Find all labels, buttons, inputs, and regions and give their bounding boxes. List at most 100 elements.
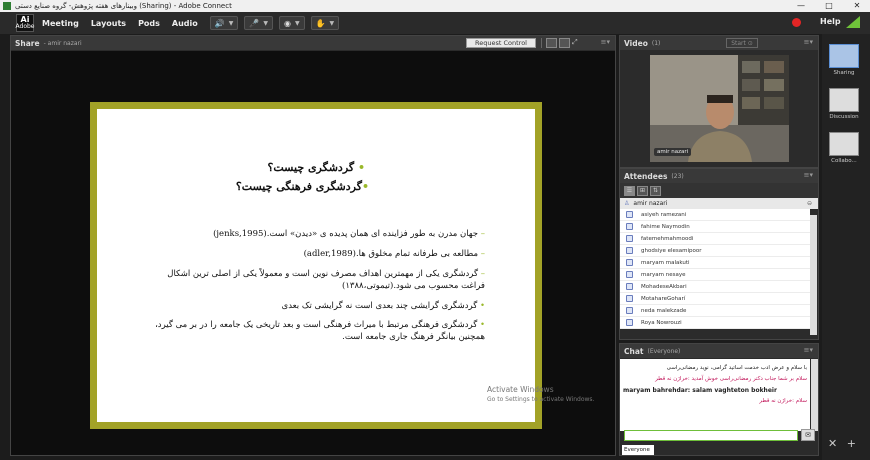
pod-menu-icon[interactable]: ≡▾ — [804, 171, 813, 179]
attendee-name: maryam malakuti — [641, 259, 690, 266]
layout-sharing[interactable]: Sharing — [826, 44, 862, 76]
presentation-slide: • گردشگری چیست؟ •گردشگری فرهنگی چیست؟ – … — [90, 102, 542, 429]
menu-layouts[interactable]: Layouts — [91, 19, 126, 28]
chevron-down-icon: ▼ — [263, 19, 268, 27]
minimize-button[interactable]: — — [790, 0, 812, 12]
divider — [541, 38, 542, 48]
layout-label: Sharing — [833, 70, 855, 76]
presenter-name: - amir nazari — [43, 39, 82, 47]
fit-page-icon[interactable] — [559, 38, 570, 48]
tools-icon[interactable]: ✕ — [828, 437, 837, 450]
pod-menu-icon[interactable]: ≡▾ — [601, 38, 610, 46]
share-pod-header: Share - amir nazari Request Control ⤢ ≡▾ — [11, 36, 615, 50]
slide-title-1: • گردشگری چیست؟ — [267, 161, 365, 174]
slide-bullet: – گردشگری یکی از مهمترین اهداف مصرف نوین… — [167, 269, 485, 291]
layout-label: Collabo... — [831, 158, 857, 164]
attendee-name: maryam nesaye — [641, 271, 686, 278]
breakout-icon[interactable]: ⊞ — [637, 185, 648, 196]
pod-menu-icon[interactable]: ≡▾ — [804, 346, 813, 354]
sort-icon[interactable]: ⇅ — [650, 185, 661, 196]
slide-bullet: • گردشگری فرهنگی مرتبط با میراث فرهنگی ا… — [155, 320, 485, 342]
connection-strength-icon — [846, 16, 860, 28]
microphone-button[interactable]: 🎤 ▼ — [244, 16, 273, 30]
list-item[interactable]: MohadeseAkbari — [620, 281, 810, 293]
recording-indicator[interactable] — [792, 18, 801, 27]
video-count: (1) — [651, 39, 661, 47]
fit-width-icon[interactable] — [546, 38, 557, 48]
start-webcam-button[interactable]: Start ⊙ — [726, 38, 758, 48]
webcam-icon: ◉ — [283, 18, 291, 28]
attendee-name: neda malekzade — [641, 307, 687, 314]
host-icon: ♙ — [624, 200, 630, 207]
chat-pod-title: Chat — [624, 346, 644, 356]
person-icon — [626, 259, 633, 266]
slide-bullet-text: مطالعه بی طرفانه تمام مخلوق ها.(adler,19… — [303, 249, 479, 259]
send-icon: ✉ — [805, 431, 811, 439]
menu-audio[interactable]: Audio — [172, 19, 198, 28]
attendees-toolbar: ☰ ⊞ ⇅ — [620, 183, 818, 198]
chat-messages: با سلام و عرض ادب خدمت اساتید گرامی، نوی… — [620, 359, 810, 431]
webcam-button[interactable]: ◉ ▼ — [278, 16, 305, 30]
pod-menu-icon[interactable]: ≡▾ — [804, 38, 813, 46]
chat-message: سلام بر شما جناب دکتر رمضانی‌راسی خوش آم… — [655, 376, 807, 382]
list-item[interactable]: MotahareGoharí — [620, 293, 810, 305]
status-button[interactable]: ✋ ▼ — [310, 16, 340, 30]
menu-meeting[interactable]: Meeting — [42, 19, 79, 28]
watermark-title: Activate Windows — [487, 385, 554, 394]
list-item[interactable]: asiyeh ramezani — [620, 209, 810, 221]
layouts-sidebar: Sharing Discussion Collabo... ✕ + — [822, 34, 870, 460]
share-pod: Share - amir nazari Request Control ⤢ ≡▾… — [10, 35, 616, 456]
host-row[interactable]: ♙ amir nazari ⊖ — [620, 198, 818, 209]
raise-hand-icon: ✋ — [315, 18, 326, 28]
slide-bullet-text: گردشگری گرایشی چند بعدی است نه گرایشی تک… — [281, 301, 478, 311]
chat-input[interactable] — [624, 430, 798, 441]
list-item[interactable]: fatemehmahmoodi — [620, 233, 810, 245]
maximize-button[interactable]: □ — [818, 0, 840, 12]
request-control-button[interactable]: Request Control — [466, 38, 536, 48]
send-button[interactable]: ✉ — [801, 429, 815, 441]
chat-audience: (Everyone) — [647, 347, 681, 355]
list-item[interactable]: fahime Naymodin — [620, 221, 810, 233]
list-item[interactable]: maryam nesaye — [620, 269, 810, 281]
slide-bullet: – مطالعه بی طرفانه تمام مخلوق ها.(adler,… — [303, 249, 485, 259]
video-pod: Video (1) Start ⊙ ≡▾ amir nazari — [619, 35, 819, 168]
person-icon — [626, 295, 633, 302]
list-item[interactable]: ghodsiye elesamipoor — [620, 245, 810, 257]
share-content-area: • گردشگری چیست؟ •گردشگری فرهنگی چیست؟ – … — [11, 51, 615, 455]
slide-bullet: • گردشگری گرایشی چند بعدی است نه گرایشی … — [281, 301, 485, 311]
host-name: amir nazari — [633, 200, 668, 207]
menu-pods[interactable]: Pods — [138, 19, 160, 28]
collapse-icon[interactable]: ⊖ — [807, 200, 812, 207]
help-menu[interactable]: Help — [820, 17, 841, 26]
list-item[interactable]: maryam malakuti — [620, 257, 810, 269]
list-view-icon[interactable]: ☰ — [624, 185, 635, 196]
attendee-count: (23) — [671, 172, 684, 180]
layout-discussion[interactable]: Discussion — [826, 88, 862, 120]
person-icon — [626, 283, 633, 290]
share-pod-title: Share — [15, 38, 40, 48]
slide-title-2-text: گردشگری فرهنگی چیست؟ — [235, 180, 362, 193]
recipient-tab[interactable]: Everyone — [622, 445, 654, 455]
window-title-bar: وبینارهای هفته پژوهش- گروه صنایع دستی (S… — [0, 0, 870, 12]
adobe-logo: Ai Adobe — [15, 14, 35, 32]
window-title: وبینارهای هفته پژوهش- گروه صنایع دستی (S… — [15, 2, 232, 10]
layout-collaboration[interactable]: Collabo... — [826, 132, 862, 164]
chat-scrollbar[interactable] — [811, 359, 818, 431]
close-button[interactable]: ✕ — [846, 0, 868, 12]
person-icon — [626, 247, 633, 254]
attendees-pod: Attendees (23) ≡▾ ☰ ⊞ ⇅ ♙ amir nazari ⊖ … — [619, 168, 819, 340]
list-item[interactable]: neda malekzade — [620, 305, 810, 317]
layout-thumbnail — [829, 88, 859, 112]
logo-text: Adobe — [15, 23, 35, 30]
fullscreen-icon[interactable]: ⤢ — [572, 38, 583, 48]
person-icon — [626, 223, 633, 230]
person-icon — [626, 271, 633, 278]
layout-thumbnail — [829, 44, 859, 68]
add-layout-icon[interactable]: + — [847, 437, 856, 450]
attendee-name: fatemehmahmoodi — [641, 235, 694, 242]
slide-bullet-text: جهان مدرن به طور فزاینده ای همان پدیده ی… — [213, 229, 479, 239]
speaker-button[interactable]: 🔊 ▼ — [209, 16, 239, 30]
list-item[interactable]: Roya Nowrouzi — [620, 317, 810, 329]
attendee-scrollbar[interactable] — [810, 215, 817, 335]
chevron-down-icon: ▼ — [294, 19, 300, 27]
